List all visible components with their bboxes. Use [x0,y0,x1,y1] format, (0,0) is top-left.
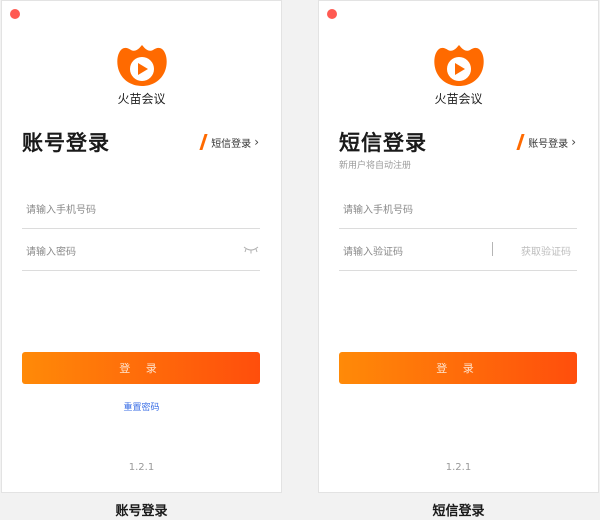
login-button[interactable]: 登 录 [339,352,577,384]
app-name: 火苗会议 [434,92,483,106]
verification-code-input[interactable]: 请输入验证码 获取验证码 [339,230,577,271]
switch-to-sms-login[interactable]: 短信登录 › [199,134,259,150]
reset-password-link[interactable]: 重置密码 [2,400,281,413]
close-dot-icon[interactable] [10,9,20,19]
flame-play-logo-icon [116,45,167,86]
page-title: 短信登录 [339,131,427,155]
app-name: 火苗会议 [117,92,166,106]
get-code-button[interactable]: 获取验证码 [521,243,571,258]
switch-label: 短信登录 [211,138,252,150]
phone-input[interactable]: 请输入手机号码 [22,188,260,229]
page-title: 账号登录 [22,131,110,155]
caption-sms-login: 短信登录 [432,504,485,519]
version-label: 1.2.1 [128,462,155,473]
account-login-window: 火苗会议 账号登录 短信登录 › 请输入手机号码 请输入密码 登 录 重置密码 … [1,0,282,493]
sms-login-window: 火苗会议 短信登录 新用户将自动注册 账号登录 › 请输入手机号码 请输入验证码… [318,0,599,493]
flame-play-logo-icon [433,45,484,86]
auto-register-note: 新用户将自动注册 [339,161,412,171]
field-divider [492,242,493,256]
password-placeholder: 请输入密码 [26,247,76,258]
slash-accent-icon [199,134,208,150]
version-label: 1.2.1 [445,462,472,473]
code-placeholder: 请输入验证码 [343,247,403,258]
eye-closed-icon[interactable] [242,244,260,254]
switch-label: 账号登录 [528,138,569,150]
caption-account-login: 账号登录 [115,504,168,519]
password-input[interactable]: 请输入密码 [22,230,260,271]
switch-to-account-login[interactable]: 账号登录 › [516,134,576,150]
phone-placeholder: 请输入手机号码 [26,205,96,216]
phone-input[interactable]: 请输入手机号码 [339,188,577,229]
chevron-right-icon: › [254,135,259,149]
slash-accent-icon [516,134,525,150]
phone-placeholder: 请输入手机号码 [343,205,413,216]
login-button[interactable]: 登 录 [22,352,260,384]
chevron-right-icon: › [571,135,576,149]
close-dot-icon[interactable] [327,9,337,19]
